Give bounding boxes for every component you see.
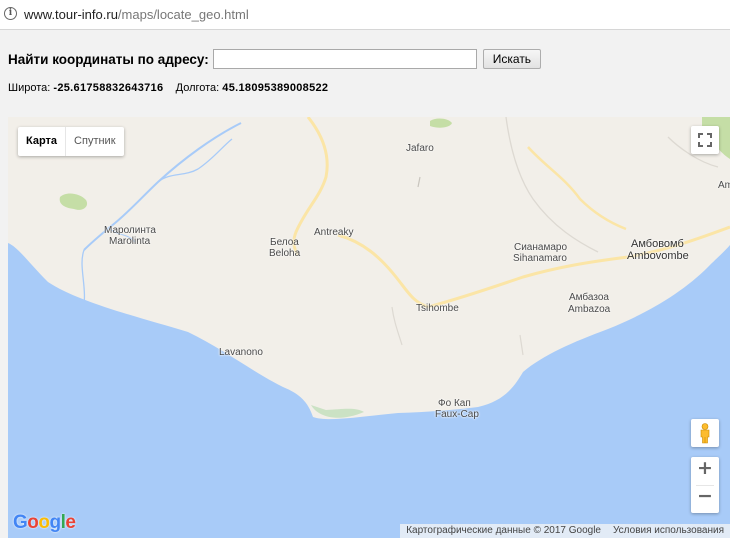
url-text[interactable]: www.tour-info.ru/maps/locate_geo.html <box>24 7 249 22</box>
map-graphics <box>8 117 730 538</box>
place-label-marolinta-ru: Маролинта <box>104 225 156 236</box>
place-label-sihanamaro: Sihanamaro <box>513 253 567 264</box>
browser-url-bar[interactable]: i www.tour-info.ru/maps/locate_geo.html <box>0 0 730 30</box>
longitude-label: Долгота: <box>175 82 220 94</box>
address-search-row: Найти координаты по адресу: Искать <box>8 48 542 70</box>
map-attribution-bar: Картографические данные © 2017 Google Ус… <box>400 524 730 538</box>
place-label-tsihombe: Tsihombe <box>416 303 459 314</box>
place-label-marolinta: Marolinta <box>109 236 151 247</box>
search-button[interactable]: Искать <box>482 49 542 69</box>
place-label-ambovombe: Ambovombe <box>627 250 689 262</box>
longitude-value: 45.18095389008522 <box>222 82 329 94</box>
zoom-control: + − <box>691 457 719 513</box>
latitude-label: Широта: <box>8 82 51 94</box>
zoom-separator <box>696 485 714 486</box>
place-label-ambazoa-ru: Амбазоа <box>569 292 609 303</box>
place-label-ambovombe-ru: Амбовомб <box>631 238 684 250</box>
place-label-lavanono: Lavanono <box>219 347 263 358</box>
zoom-in-button[interactable]: + <box>691 457 719 485</box>
map-canvas[interactable]: Jafaro Маролинта Marolinta Antreaky Бело… <box>8 117 730 538</box>
place-label-beloha: Beloha <box>269 248 301 259</box>
street-view-button[interactable] <box>691 419 719 447</box>
search-label: Найти координаты по адресу: <box>8 51 209 67</box>
place-label-am: Am <box>718 180 730 191</box>
place-label-fauxcap-ru: Фо Кап <box>438 398 471 409</box>
place-label-ambazoa: Ambazoa <box>568 304 611 315</box>
place-label-fauxcap: Faux-Cap <box>435 409 479 420</box>
place-label-sihanamaro-ru: Сианамаро <box>514 242 568 253</box>
place-label-beloha-ru: Белоа <box>270 237 299 248</box>
fullscreen-button[interactable] <box>691 126 719 154</box>
latitude-value: -25.61758832643716 <box>53 82 164 94</box>
place-label-jafaro: Jafaro <box>406 143 434 154</box>
map-type-map-button[interactable]: Карта <box>18 127 67 156</box>
pegman-icon <box>700 423 710 444</box>
zoom-out-button[interactable]: − <box>691 485 719 513</box>
coordinates-readout: Широта: -25.61758832643716 Долгота: 45.1… <box>8 82 328 94</box>
info-icon[interactable]: i <box>4 7 17 20</box>
map-data-attribution[interactable]: Картографические данные © 2017 Google <box>400 524 607 538</box>
fullscreen-icon <box>698 133 712 147</box>
address-input[interactable] <box>212 49 477 69</box>
map-type-control: Карта Спутник <box>18 127 124 156</box>
google-logo[interactable]: Google <box>13 512 76 534</box>
terms-of-use-link[interactable]: Условия использования <box>607 524 730 538</box>
map-type-satellite-button[interactable]: Спутник <box>66 127 123 156</box>
place-label-antreaky: Antreaky <box>314 227 354 238</box>
